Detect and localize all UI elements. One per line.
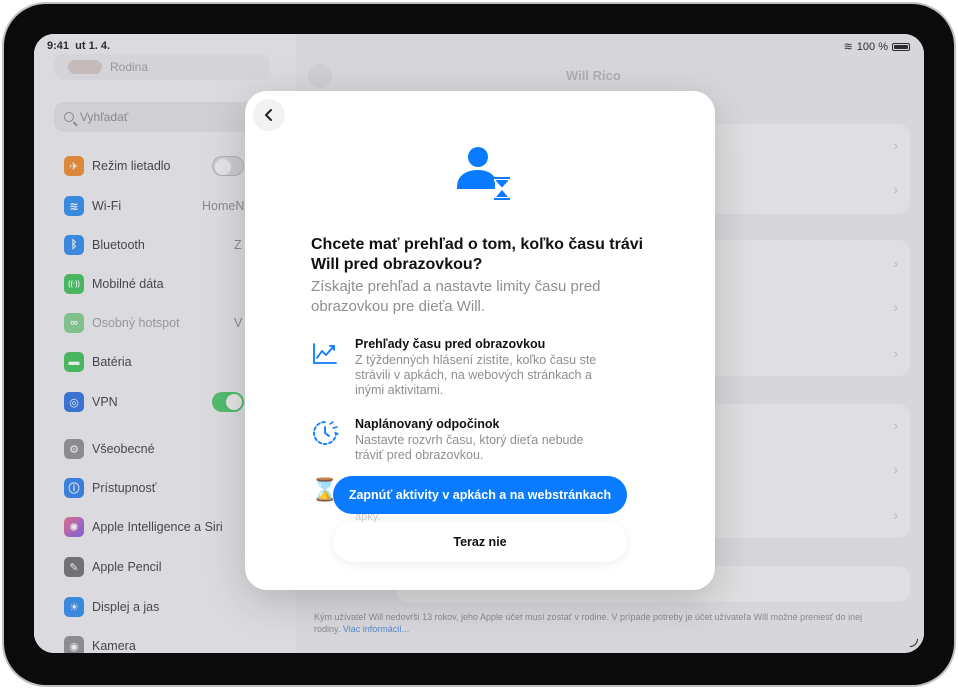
feature-title: Naplánovaný odpočinok [355,417,500,431]
feature-title: Prehľady času pred obrazovkou [355,337,546,351]
feature-description: Z týždenných hlásení zistíte, koľko času… [355,353,597,397]
person-hourglass-icon [457,147,510,200]
screen-time-modal: Chcete mať prehľad o tom, koľko času trá… [245,91,715,590]
screen: 9:41 ut 1. 4. Rodina Vyhľadať ✈ Režim li… [34,34,924,653]
enable-activity-button[interactable]: Zapnúť aktivity v apkách a na webstránka… [333,476,627,514]
chevron-left-icon [265,109,272,121]
feature-description: Nastavte rozvrh času, ktorý dieťa nebude… [355,433,584,462]
not-now-button[interactable]: Teraz nie [333,522,627,562]
downtime-clock-icon [313,421,339,445]
chart-trend-icon [313,343,337,364]
modal-back-button[interactable] [253,99,285,131]
modal-subtitle: Získajte prehľad a nastavte limity času … [311,278,601,315]
modal-title: Chcete mať prehľad o tom, koľko času trá… [311,236,644,273]
